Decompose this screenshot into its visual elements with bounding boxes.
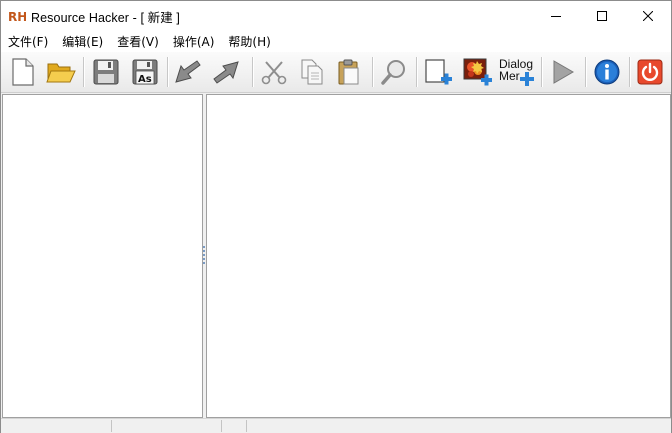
add-blank-resource-button[interactable]	[421, 55, 455, 89]
forward-button[interactable]	[209, 55, 243, 89]
add-image-resource-icon	[463, 58, 492, 86]
add-image-resource-button[interactable]	[461, 55, 495, 89]
close-button[interactable]	[625, 1, 671, 31]
paste-icon	[338, 59, 359, 85]
copy-icon	[301, 59, 323, 85]
exit-button[interactable]	[633, 55, 667, 89]
menu-edit[interactable]: 编辑(E)	[55, 33, 110, 50]
window-title: Resource Hacker - [ 新建 ]	[31, 10, 180, 25]
open-button[interactable]	[44, 55, 78, 89]
menu-action[interactable]: 操作(A)	[166, 33, 222, 50]
open-folder-icon	[46, 63, 76, 83]
menu-view[interactable]: 查看(V)	[110, 33, 166, 50]
cut-icon	[261, 61, 287, 85]
back-button[interactable]	[171, 55, 205, 89]
app-window: RH Resource Hacker - [ 新建 ] 文件(F) 编辑(E) …	[0, 0, 672, 433]
find-button[interactable]	[377, 55, 411, 89]
save-button[interactable]	[89, 55, 123, 89]
menu-bar: 文件(F) 编辑(E) 查看(V) 操作(A) 帮助(H)	[1, 31, 671, 52]
status-bar	[1, 418, 671, 433]
maximize-icon	[597, 11, 607, 21]
menu-help[interactable]: 帮助(H)	[221, 33, 277, 50]
run-script-button[interactable]	[545, 55, 579, 89]
resource-tree-pane[interactable]	[2, 94, 203, 418]
minimize-icon	[551, 16, 561, 17]
minimize-button[interactable]	[533, 1, 579, 31]
find-icon	[381, 60, 405, 85]
about-button[interactable]	[590, 55, 624, 89]
dialog-merger-button[interactable]: Dialog Mer	[498, 55, 538, 89]
svg-text:As: As	[138, 74, 152, 85]
title-bar[interactable]: RH Resource Hacker - [ 新建 ]	[1, 1, 671, 31]
exit-icon	[637, 59, 663, 85]
save-as-icon: As	[132, 59, 158, 85]
close-icon	[643, 11, 653, 21]
menu-file[interactable]: 文件(F)	[1, 33, 55, 50]
about-icon	[594, 59, 620, 85]
resource-editor-pane[interactable]	[206, 94, 671, 418]
pane-splitter[interactable]	[203, 94, 205, 418]
new-button[interactable]	[6, 55, 40, 89]
forward-arrow-icon	[213, 61, 239, 84]
add-blank-resource-icon	[425, 59, 452, 85]
cut-button[interactable]	[257, 55, 291, 89]
maximize-button[interactable]	[579, 1, 625, 31]
copy-button[interactable]	[295, 55, 329, 89]
app-logo: RH	[8, 8, 26, 24]
svg-text:RH: RH	[8, 10, 26, 23]
save-icon	[93, 59, 119, 85]
save-as-button[interactable]: As	[128, 55, 162, 89]
new-file-icon	[12, 58, 34, 86]
run-script-icon	[553, 60, 574, 84]
toolbar: As Dialog Mer	[1, 52, 671, 93]
back-arrow-icon	[175, 60, 201, 83]
dialog-merger-icon	[520, 72, 534, 86]
paste-button[interactable]	[332, 55, 366, 89]
